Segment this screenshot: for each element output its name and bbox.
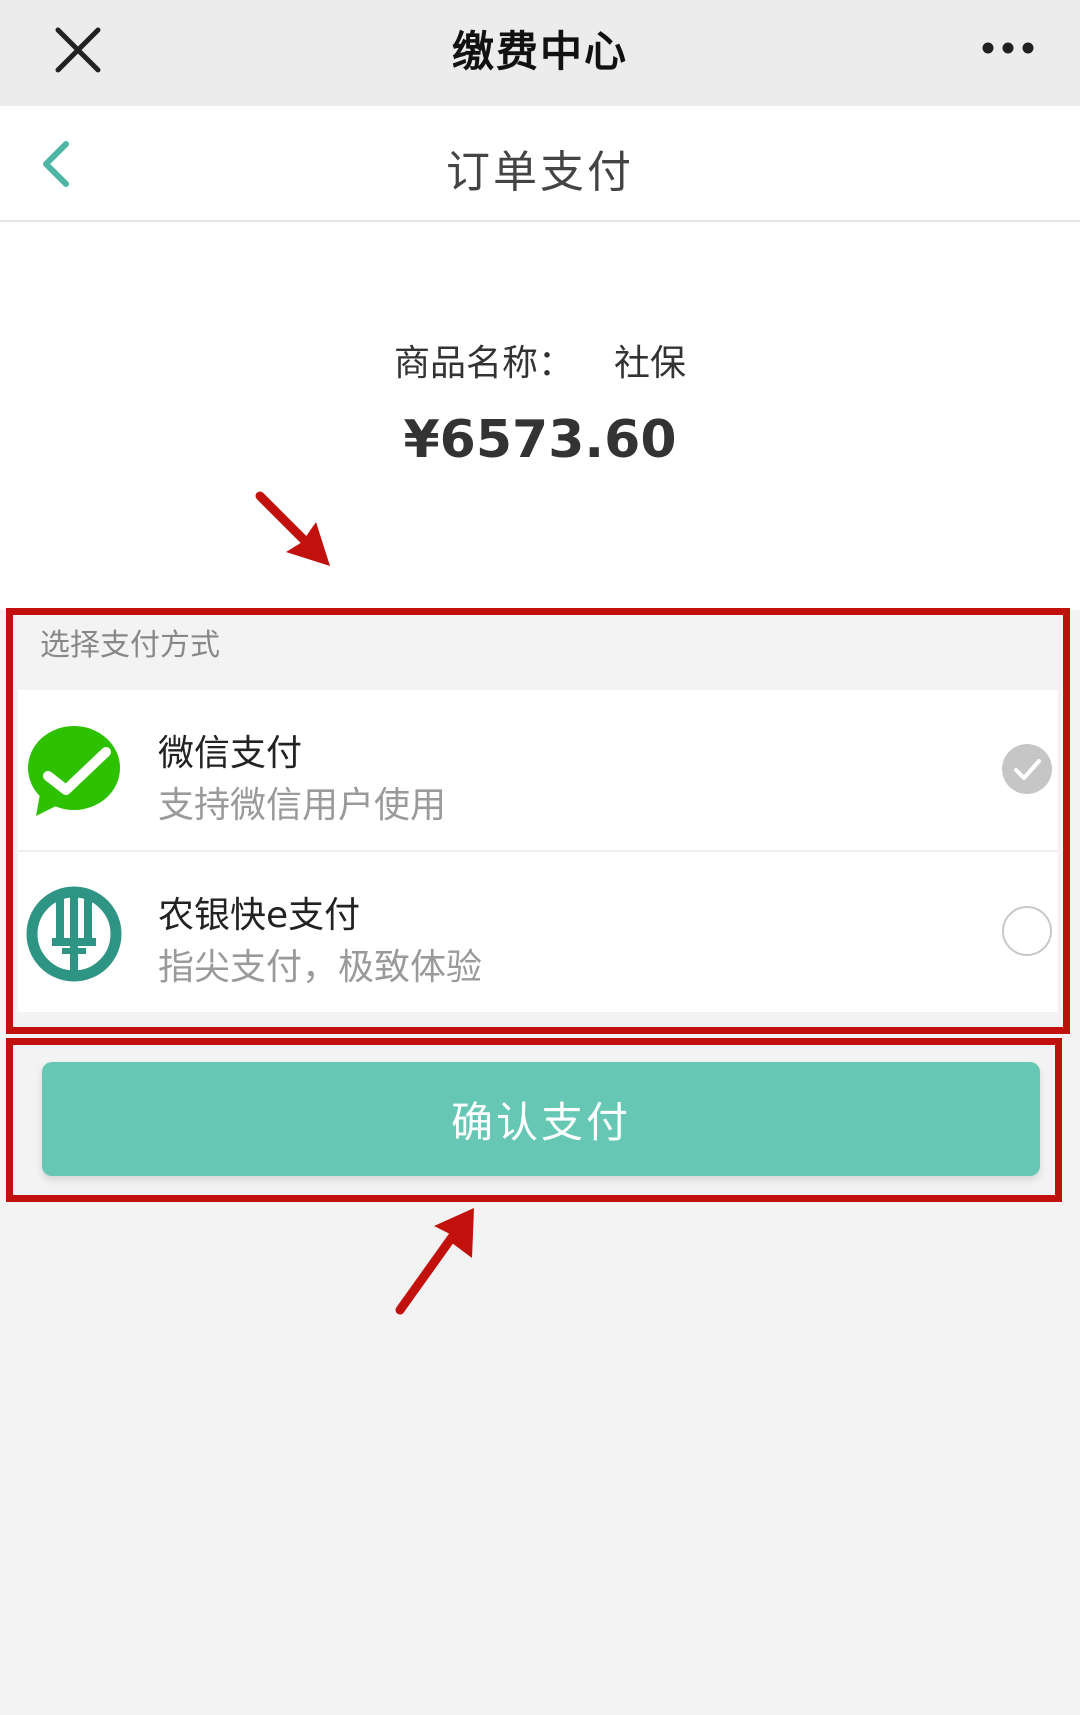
product-label: 商品名称：	[393, 343, 574, 384]
page-header: 订单支付	[0, 106, 1080, 222]
annotation-box-payment-methods	[6, 608, 1070, 1034]
annotation-arrow-up	[395, 1208, 474, 1315]
annotation-box-confirm-button	[6, 1038, 1062, 1202]
product-name: 社保	[614, 343, 687, 384]
order-summary: 商品名称： 社保 ¥6573.60	[0, 222, 1080, 610]
product-name-row: 商品名称： 社保	[0, 334, 1080, 386]
top-bar: 缴费中心	[0, 0, 1080, 106]
order-amount: ¥6573.60	[403, 410, 677, 470]
page-title: 订单支付	[446, 147, 634, 198]
more-icon[interactable]	[982, 38, 1034, 58]
annotation-arrow-down	[255, 491, 330, 566]
app-title: 缴费中心	[451, 27, 628, 76]
